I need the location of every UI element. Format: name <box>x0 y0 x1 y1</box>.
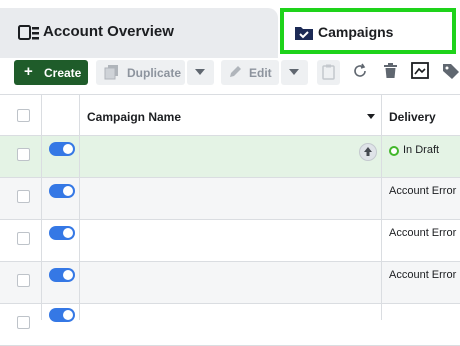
toolbar: + Create Duplicate Edit <box>0 58 460 94</box>
tab-campaigns[interactable]: Campaigns <box>280 8 456 54</box>
create-button-label: Create <box>44 66 82 80</box>
row-checkbox[interactable] <box>17 316 30 329</box>
sort-arrow-icon[interactable] <box>367 114 375 119</box>
row-toggle[interactable] <box>49 268 75 282</box>
duplicate-dropdown-button[interactable] <box>187 60 214 85</box>
column-divider <box>41 94 42 320</box>
table-header: Campaign Name Delivery <box>0 94 460 136</box>
status-dot <box>389 146 399 156</box>
row-toggle[interactable] <box>49 226 75 240</box>
select-all-checkbox[interactable] <box>17 109 30 122</box>
pencil-icon <box>228 65 242 82</box>
table-row[interactable]: Account Error <box>0 262 460 304</box>
chevron-down-icon <box>289 69 299 75</box>
tag-icon[interactable] <box>442 63 460 84</box>
column-header-delivery[interactable]: Delivery <box>389 110 436 124</box>
clipboard-icon <box>322 64 335 83</box>
toggle-knob <box>63 186 73 196</box>
duplicate-button[interactable]: Duplicate <box>96 60 185 85</box>
tab-account-overview[interactable]: Account Overview <box>0 8 278 58</box>
row-checkbox[interactable] <box>17 148 30 161</box>
clipboard-button[interactable] <box>317 60 340 85</box>
row-toggle[interactable] <box>49 142 75 156</box>
edit-dropdown-button[interactable] <box>281 60 308 85</box>
toggle-knob <box>63 228 73 238</box>
plus-icon: + <box>24 63 33 80</box>
tab-bar: Account Overview Campaigns <box>0 0 460 58</box>
upload-arrow-icon <box>364 147 372 156</box>
column-divider <box>381 94 382 320</box>
delivery-status: Account Error <box>389 227 457 239</box>
table-row[interactable]: Account Error <box>0 178 460 220</box>
trash-icon[interactable] <box>383 63 398 84</box>
duplicate-icon <box>104 64 120 83</box>
toggle-knob <box>63 270 73 280</box>
refresh-icon[interactable] <box>352 63 368 84</box>
edit-button-label: Edit <box>249 66 272 80</box>
toggle-knob <box>63 310 73 320</box>
folder-check-icon <box>294 25 314 41</box>
row-checkbox[interactable] <box>17 274 30 287</box>
column-divider <box>79 94 80 320</box>
create-button[interactable]: + Create <box>14 60 88 85</box>
delivery-status: Account Error <box>389 185 457 197</box>
tab-account-overview-label: Account Overview <box>43 23 174 40</box>
overview-icon <box>18 24 40 42</box>
table-row[interactable]: Account Error <box>0 220 460 262</box>
publish-button[interactable] <box>359 143 377 161</box>
delivery-status: In Draft <box>403 144 440 156</box>
tab-campaigns-label: Campaigns <box>318 24 394 40</box>
edit-button[interactable]: Edit <box>221 60 279 85</box>
table-row[interactable]: In Draft <box>0 136 460 178</box>
delivery-status: Account Error <box>389 269 457 281</box>
chevron-down-icon <box>195 69 205 75</box>
toggle-knob <box>63 144 73 154</box>
table-row[interactable] <box>0 304 460 346</box>
duplicate-button-label: Duplicate <box>127 66 182 80</box>
preview-icon[interactable] <box>411 62 429 85</box>
column-header-campaign-name[interactable]: Campaign Name <box>87 110 181 124</box>
row-checkbox[interactable] <box>17 190 30 203</box>
row-checkbox[interactable] <box>17 232 30 245</box>
row-toggle[interactable] <box>49 184 75 198</box>
